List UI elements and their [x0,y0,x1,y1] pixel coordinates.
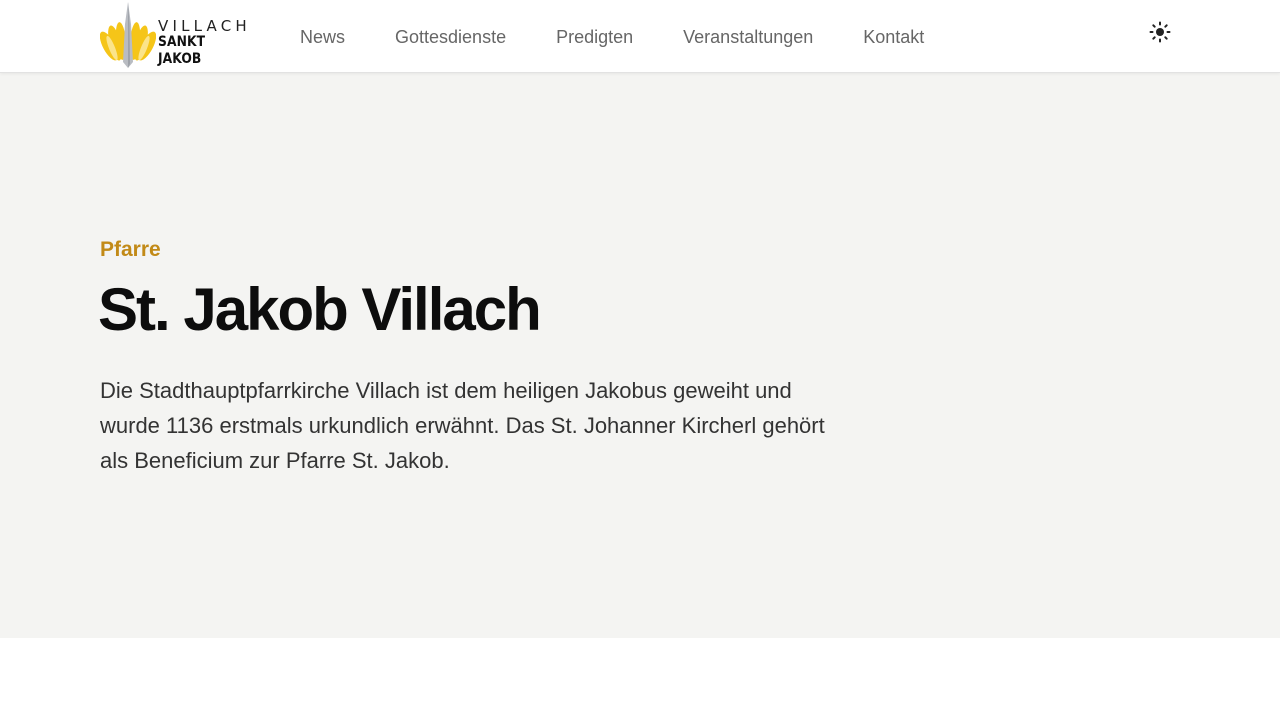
site-header: VILLACH SANKT JAKOB News Gottesdienste P… [0,0,1280,73]
site-logo[interactable]: VILLACH SANKT JAKOB [100,2,252,68]
nav-link-veranstaltungen[interactable]: Veranstaltungen [683,24,813,50]
nav-link-predigten[interactable]: Predigten [556,24,633,50]
nav-link-gottesdienste[interactable]: Gottesdienste [395,24,506,50]
theme-toggle-button[interactable] [1148,20,1172,44]
logo-line-sankt-jakob: SANKT JAKOB [158,34,206,67]
hero-section: Pfarre St. Jakob Villach Die Stadthauptp… [0,73,1280,638]
sun-icon [1149,21,1171,43]
nav-link-kontakt[interactable]: Kontakt [863,24,924,50]
main-navigation: News Gottesdienste Predigten Veranstaltu… [300,24,924,50]
nav-link-news[interactable]: News [300,24,345,50]
hero-eyebrow: Pfarre [100,238,161,261]
hero-description: Die Stadthauptpfarrkirche Villach ist de… [100,378,825,473]
church-logo-icon [100,2,156,68]
page-title: St. Jakob Villach [98,276,542,343]
logo-line-villach: VILLACH [158,17,251,35]
